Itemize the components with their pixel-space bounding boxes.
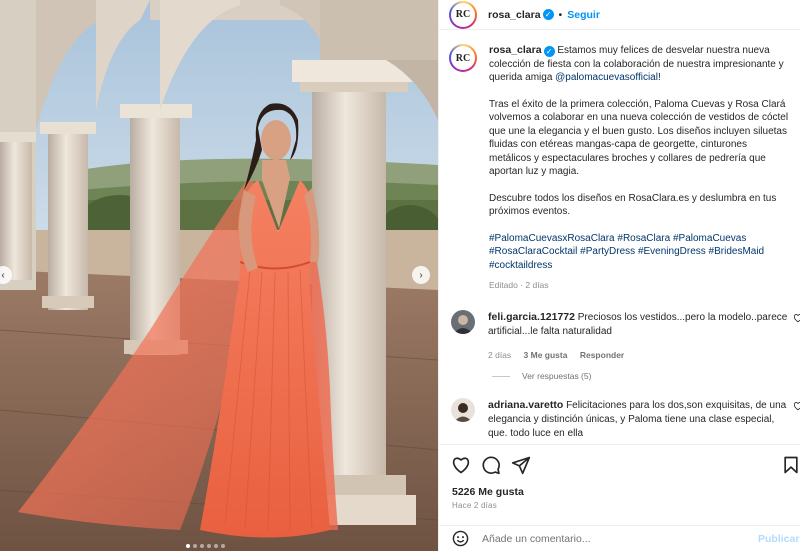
publish-button[interactable]: Publicar [758, 533, 799, 545]
carousel-dot [214, 544, 218, 548]
comment-time: 2 días [488, 350, 512, 360]
post-header: RC rosa_clara ✓ • Seguir [439, 0, 800, 30]
avatar-initials: RC [451, 2, 475, 27]
chevron-left-icon: ‹ [1, 269, 5, 281]
verified-badge-icon: ✓ [542, 9, 554, 20]
carousel-dot [193, 544, 197, 548]
comment-username[interactable]: feli.garcia.121772 [488, 311, 575, 323]
post-timestamp: Hace 2 días [452, 501, 497, 510]
photo-illustration [0, 0, 438, 551]
separator-dot: • [558, 8, 563, 21]
caption-paragraph-3: Descubre todos los diseños en RosaClara.… [489, 192, 777, 218]
share-icon[interactable] [511, 455, 531, 475]
likes-count[interactable]: 5226 Me gusta [452, 486, 524, 498]
caption-punctuation: ! [657, 72, 661, 83]
avatar[interactable] [451, 310, 475, 334]
post-sidebar: RC rosa_clara ✓ • Seguir RC rosa_clara ✓ … [438, 0, 800, 551]
carousel-indicator [186, 544, 225, 548]
caption-meta: Editado · 2 días [489, 280, 549, 290]
post-photo[interactable]: ‹ › [0, 0, 438, 551]
caption-username[interactable]: rosa_clara [489, 44, 542, 56]
caption-avatar[interactable]: RC [449, 44, 477, 72]
comment-input[interactable] [482, 532, 752, 545]
mention-link[interactable]: @palomacuevasofficial [555, 72, 658, 83]
bookmark-icon[interactable] [781, 455, 800, 475]
emoji-icon[interactable] [452, 530, 469, 547]
verified-badge-icon: ✓ [543, 46, 555, 57]
hashtags[interactable]: #PalomaCuevasxRosaClara #RosaClara #Palo… [489, 232, 789, 273]
chevron-right-icon: › [419, 269, 423, 281]
avatar[interactable] [451, 398, 475, 422]
comment-likes[interactable]: 3 Me gusta [524, 350, 568, 360]
carousel-dot [207, 544, 211, 548]
carousel-dot [186, 544, 190, 548]
avatar-initials: RC [451, 46, 475, 70]
comment-icon[interactable] [481, 455, 501, 475]
comment-item: feli.garcia.121772 Preciosos los vestido… [451, 310, 800, 362]
caption: RC rosa_clara ✓ Estamos muy felices de de… [449, 44, 800, 293]
follow-button[interactable]: Seguir [567, 9, 600, 21]
replies-line [492, 375, 510, 377]
view-replies-label: Ver respuestas (5) [522, 371, 592, 381]
like-comment-heart-icon[interactable] [793, 401, 800, 411]
carousel-dot [200, 544, 204, 548]
caption-text: rosa_clara ✓ Estamos muy felices de desve… [489, 44, 789, 293]
reply-button[interactable]: Responder [580, 350, 624, 360]
comment-username[interactable]: adriana.varetto [488, 399, 563, 411]
carousel-dot [221, 544, 225, 548]
comment-bar: Publicar [439, 525, 800, 551]
view-replies-button[interactable]: Ver respuestas (5) [492, 371, 591, 381]
carousel-next-button[interactable]: › [412, 266, 430, 284]
header-username[interactable]: rosa_clara [488, 9, 541, 21]
comment-meta: 2 días 3 Me gusta Responder [488, 348, 788, 362]
avatar[interactable]: RC [449, 0, 477, 29]
caption-paragraph-2: Tras el éxito de la primera colección, P… [489, 98, 789, 178]
like-comment-heart-icon[interactable] [793, 313, 800, 323]
comment-item: adriana.varetto Felicitaciones para los … [451, 398, 800, 441]
heart-icon[interactable] [451, 455, 471, 475]
comments-scroll-area[interactable]: RC rosa_clara ✓ Estamos muy felices de de… [439, 38, 800, 444]
